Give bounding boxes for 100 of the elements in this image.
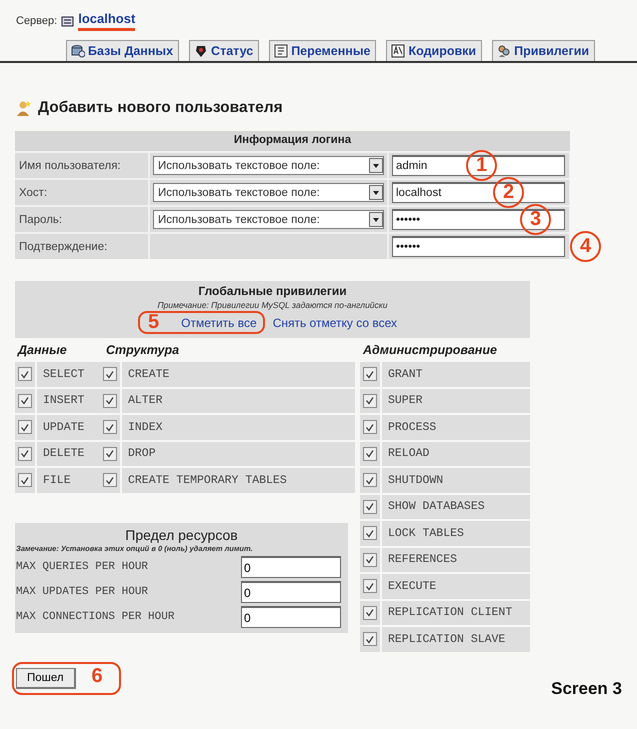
server-icon: [61, 14, 74, 28]
tab[interactable]: Статус: [189, 40, 260, 61]
privilege-name: LOCK TABLES: [388, 526, 464, 540]
checkmark-icon: [365, 608, 375, 618]
checkbox[interactable]: [18, 394, 32, 408]
server-label: Сервер:: [16, 15, 58, 27]
checkmark-icon: [20, 476, 30, 485]
checkbox[interactable]: [363, 367, 377, 382]
checkbox[interactable]: [103, 420, 117, 434]
privilege-name: REFERENCES: [388, 553, 458, 566]
input-field[interactable]: 0: [241, 606, 341, 628]
checkmark-icon: [365, 422, 375, 432]
field-label: Пароль:: [19, 214, 62, 226]
checkbox[interactable]: [363, 579, 377, 594]
checkbox[interactable]: [363, 473, 377, 488]
shield-icon: [194, 44, 208, 58]
checkmark-icon: [365, 449, 375, 458]
annotation-number: 5: [148, 311, 160, 334]
privilege-name: SHUTDOWN: [388, 474, 444, 487]
checkmark-icon: [365, 582, 375, 591]
privilege-name: DELETE: [43, 447, 84, 460]
privilege-name: INSERT: [43, 394, 84, 408]
database-icon: [71, 44, 85, 58]
checkmark-icon: [365, 528, 375, 538]
input-field[interactable]: 0: [241, 556, 341, 578]
checkbox[interactable]: [18, 473, 32, 488]
charset-icon: [391, 44, 406, 58]
privilege-name: EXECUTE: [388, 580, 436, 593]
privilege-name: FILE: [43, 474, 71, 487]
privilege-name: DROP: [128, 447, 156, 460]
checkbox[interactable]: [363, 552, 377, 567]
checkbox[interactable]: [363, 606, 377, 620]
section-title: Информация логина: [15, 131, 570, 151]
privilege-name: GRANT: [388, 368, 423, 381]
field-label: MAX CONNECTIONS PER HOUR: [15, 611, 176, 623]
link[interactable]: Отметить все: [181, 316, 257, 330]
privilege-name: CREATE: [128, 368, 170, 381]
checkbox[interactable]: [103, 446, 117, 461]
checkmark-icon: [365, 396, 375, 406]
checkmark-icon: [105, 449, 115, 458]
submit-button[interactable]: Пошел: [16, 668, 76, 688]
server-link[interactable]: localhost: [78, 11, 136, 31]
checkbox[interactable]: [18, 367, 32, 382]
privilege-name: ALTER: [128, 394, 163, 408]
checkmark-icon: [365, 370, 375, 379]
privilege-name: INDEX: [128, 420, 163, 434]
checkbox[interactable]: [363, 394, 377, 408]
checkmark-icon: [105, 396, 115, 406]
link[interactable]: Снять отметку со всех: [272, 316, 397, 330]
privilege-name: SUPER: [388, 394, 423, 408]
figure-caption: Screen 3: [551, 678, 622, 698]
checkmark-icon: [20, 396, 30, 406]
field-label: Подтверждение:: [19, 240, 108, 252]
dropdown[interactable]: Использовать текстовое поле:: [153, 156, 384, 175]
privilege-name: CREATE TEMPORARY TABLES: [128, 474, 287, 487]
column-heading: Данные: [16, 342, 68, 359]
checkmark-icon: [105, 476, 115, 485]
field-label: Имя пользователя:: [19, 160, 121, 172]
privilege-name: UPDATE: [43, 420, 84, 434]
users-icon: [497, 44, 512, 58]
privilege-name: PROCESS: [388, 420, 436, 434]
checkbox[interactable]: [363, 446, 377, 461]
field-label: MAX QUERIES PER HOUR: [15, 561, 150, 573]
annotation-number: 6: [92, 664, 103, 688]
checkmark-icon: [105, 422, 115, 432]
privilege-name: REPLICATION SLAVE: [388, 632, 506, 646]
checkbox[interactable]: [103, 394, 117, 408]
checkbox[interactable]: [103, 473, 117, 488]
checkmark-icon: [20, 449, 30, 458]
dropdown[interactable]: Использовать текстовое поле:: [153, 210, 384, 229]
dropdown[interactable]: Использовать текстовое поле:: [153, 183, 384, 202]
column-heading: Структура: [105, 342, 180, 359]
checkmark-icon: [365, 634, 375, 644]
checkbox[interactable]: [18, 446, 32, 461]
checkmark-icon: [20, 422, 30, 432]
checkbox[interactable]: [363, 526, 377, 540]
privilege-name: RELOAD: [388, 447, 430, 460]
page-heading: Добавить нового пользователя: [38, 99, 283, 117]
checkbox[interactable]: [18, 420, 32, 434]
input-field[interactable]: ••••••: [392, 236, 565, 257]
checkbox[interactable]: [363, 420, 377, 434]
checkbox[interactable]: [363, 632, 377, 646]
checkmark-icon: [105, 370, 115, 379]
privilege-name: REPLICATION CLIENT: [388, 606, 512, 620]
section-title: Глобальные привилегии: [198, 284, 347, 298]
input-field[interactable]: 0: [241, 581, 341, 603]
tab[interactable]: Кодировки: [386, 40, 482, 61]
checkmark-icon: [365, 502, 375, 512]
checkbox[interactable]: [103, 367, 117, 382]
user-add-icon: [16, 100, 32, 116]
field-label: Хост:: [19, 186, 48, 198]
checkmark-icon: [20, 370, 30, 379]
column-heading: Администрирование: [362, 342, 498, 359]
privilege-name: SHOW DATABASES: [388, 500, 485, 514]
tab[interactable]: Привилегии: [492, 40, 596, 61]
checkbox[interactable]: [363, 500, 377, 514]
tab[interactable]: Базы Данных: [66, 40, 180, 61]
checkmark-icon: [365, 555, 375, 564]
tab[interactable]: Переменные: [269, 40, 376, 61]
checkmark-icon: [365, 476, 375, 485]
